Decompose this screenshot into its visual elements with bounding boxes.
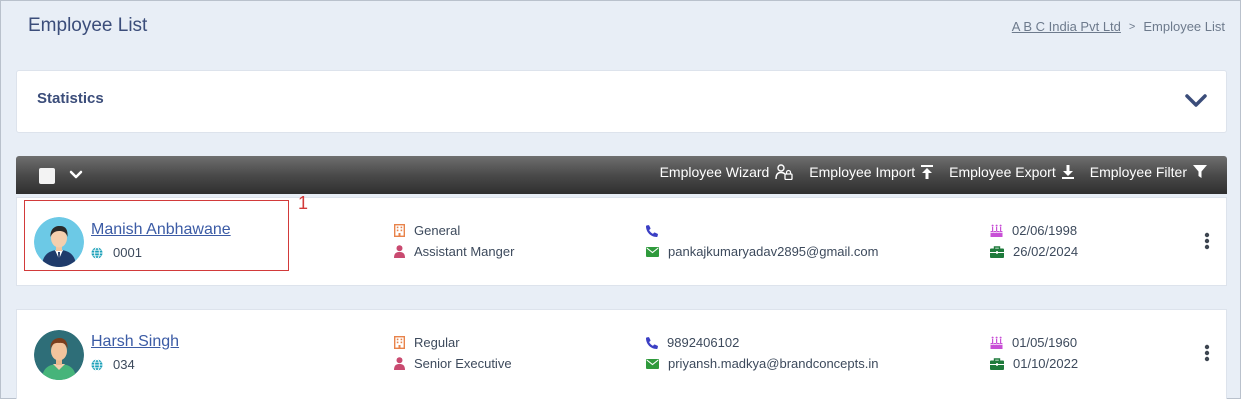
employee-dates-column: 02/06/1998 26/02/2024 <box>990 220 1078 262</box>
chevron-down-icon[interactable] <box>1184 91 1208 109</box>
breadcrumb-separator: > <box>1128 20 1136 33</box>
statistics-title: Statistics <box>37 90 104 107</box>
briefcase-icon <box>990 245 1004 258</box>
employee-join-date: 01/10/2022 <box>1013 356 1079 371</box>
employee-contact-column: 9892406102 priyansh.madkya@brandconcepts… <box>646 332 878 374</box>
filter-icon <box>1193 165 1207 178</box>
birthday-cake-icon <box>990 336 1003 349</box>
employee-type-column: General Assistant Manger <box>394 220 514 262</box>
employee-designation: Assistant Manger <box>414 244 515 259</box>
phone-icon <box>646 224 658 237</box>
download-icon <box>1061 165 1074 179</box>
employee-category: General <box>414 223 461 238</box>
employee-birth-date: 02/06/1998 <box>1012 223 1078 238</box>
annotation-label: 1 <box>298 193 309 213</box>
employee-filter-button[interactable]: Employee Filter <box>1090 164 1207 180</box>
employee-export-label: Employee Export <box>949 164 1056 180</box>
employee-code: 034 <box>91 357 135 372</box>
employee-dates-column: 01/05/1960 01/10/2022 <box>990 332 1078 374</box>
breadcrumb-current: Employee List <box>1143 19 1225 34</box>
statistics-panel[interactable]: Statistics <box>16 70 1227 133</box>
building-icon <box>394 336 405 349</box>
employee-toolbar: Employee Wizard Employee Import Employee… <box>16 156 1227 194</box>
user-icon <box>394 357 405 370</box>
envelope-icon <box>646 246 659 257</box>
employee-row: Harsh Singh 034 Regular Senior Executive… <box>16 309 1227 399</box>
more-options-icon[interactable] <box>1204 344 1210 362</box>
building-icon <box>394 224 405 237</box>
select-all-checkbox[interactable] <box>39 168 55 184</box>
employee-name-link[interactable]: Harsh Singh <box>91 333 179 351</box>
user-icon <box>394 245 405 258</box>
breadcrumb: A B C India Pvt Ltd > Employee List <box>1012 19 1225 34</box>
page-title: Employee List <box>28 15 148 36</box>
employee-designation: Senior Executive <box>414 356 512 371</box>
employee-wizard-label: Employee Wizard <box>659 164 770 180</box>
briefcase-icon <box>990 357 1004 370</box>
envelope-icon <box>646 358 659 369</box>
annotation-highlight-box <box>24 200 289 271</box>
employee-filter-label: Employee Filter <box>1089 164 1187 180</box>
employee-phone: 9892406102 <box>667 335 740 350</box>
employee-category: Regular <box>414 335 460 350</box>
employee-import-button[interactable]: Employee Import <box>809 164 934 180</box>
employee-code-value: 034 <box>113 357 135 372</box>
employee-type-column: Regular Senior Executive <box>394 332 512 374</box>
breadcrumb-company-link[interactable]: A B C India Pvt Ltd <box>1012 19 1121 34</box>
birthday-cake-icon <box>990 224 1003 237</box>
chevron-down-icon[interactable] <box>69 169 83 181</box>
employee-join-date: 26/02/2024 <box>1013 244 1079 259</box>
employee-export-button[interactable]: Employee Export <box>949 164 1074 180</box>
phone-icon <box>646 336 658 349</box>
globe-icon <box>91 358 103 371</box>
employee-import-label: Employee Import <box>809 164 916 180</box>
employee-email: pankajkumaryadav2895@gmail.com <box>668 244 879 259</box>
employee-contact-column: pankajkumaryadav2895@gmail.com <box>646 220 878 262</box>
employee-wizard-button[interactable]: Employee Wizard <box>660 164 794 180</box>
avatar <box>34 330 84 380</box>
upload-icon <box>921 165 934 179</box>
employee-email: priyansh.madkya@brandconcepts.in <box>668 356 879 371</box>
more-options-icon[interactable] <box>1204 232 1210 250</box>
user-lock-icon <box>775 164 793 180</box>
employee-birth-date: 01/05/1960 <box>1012 335 1078 350</box>
